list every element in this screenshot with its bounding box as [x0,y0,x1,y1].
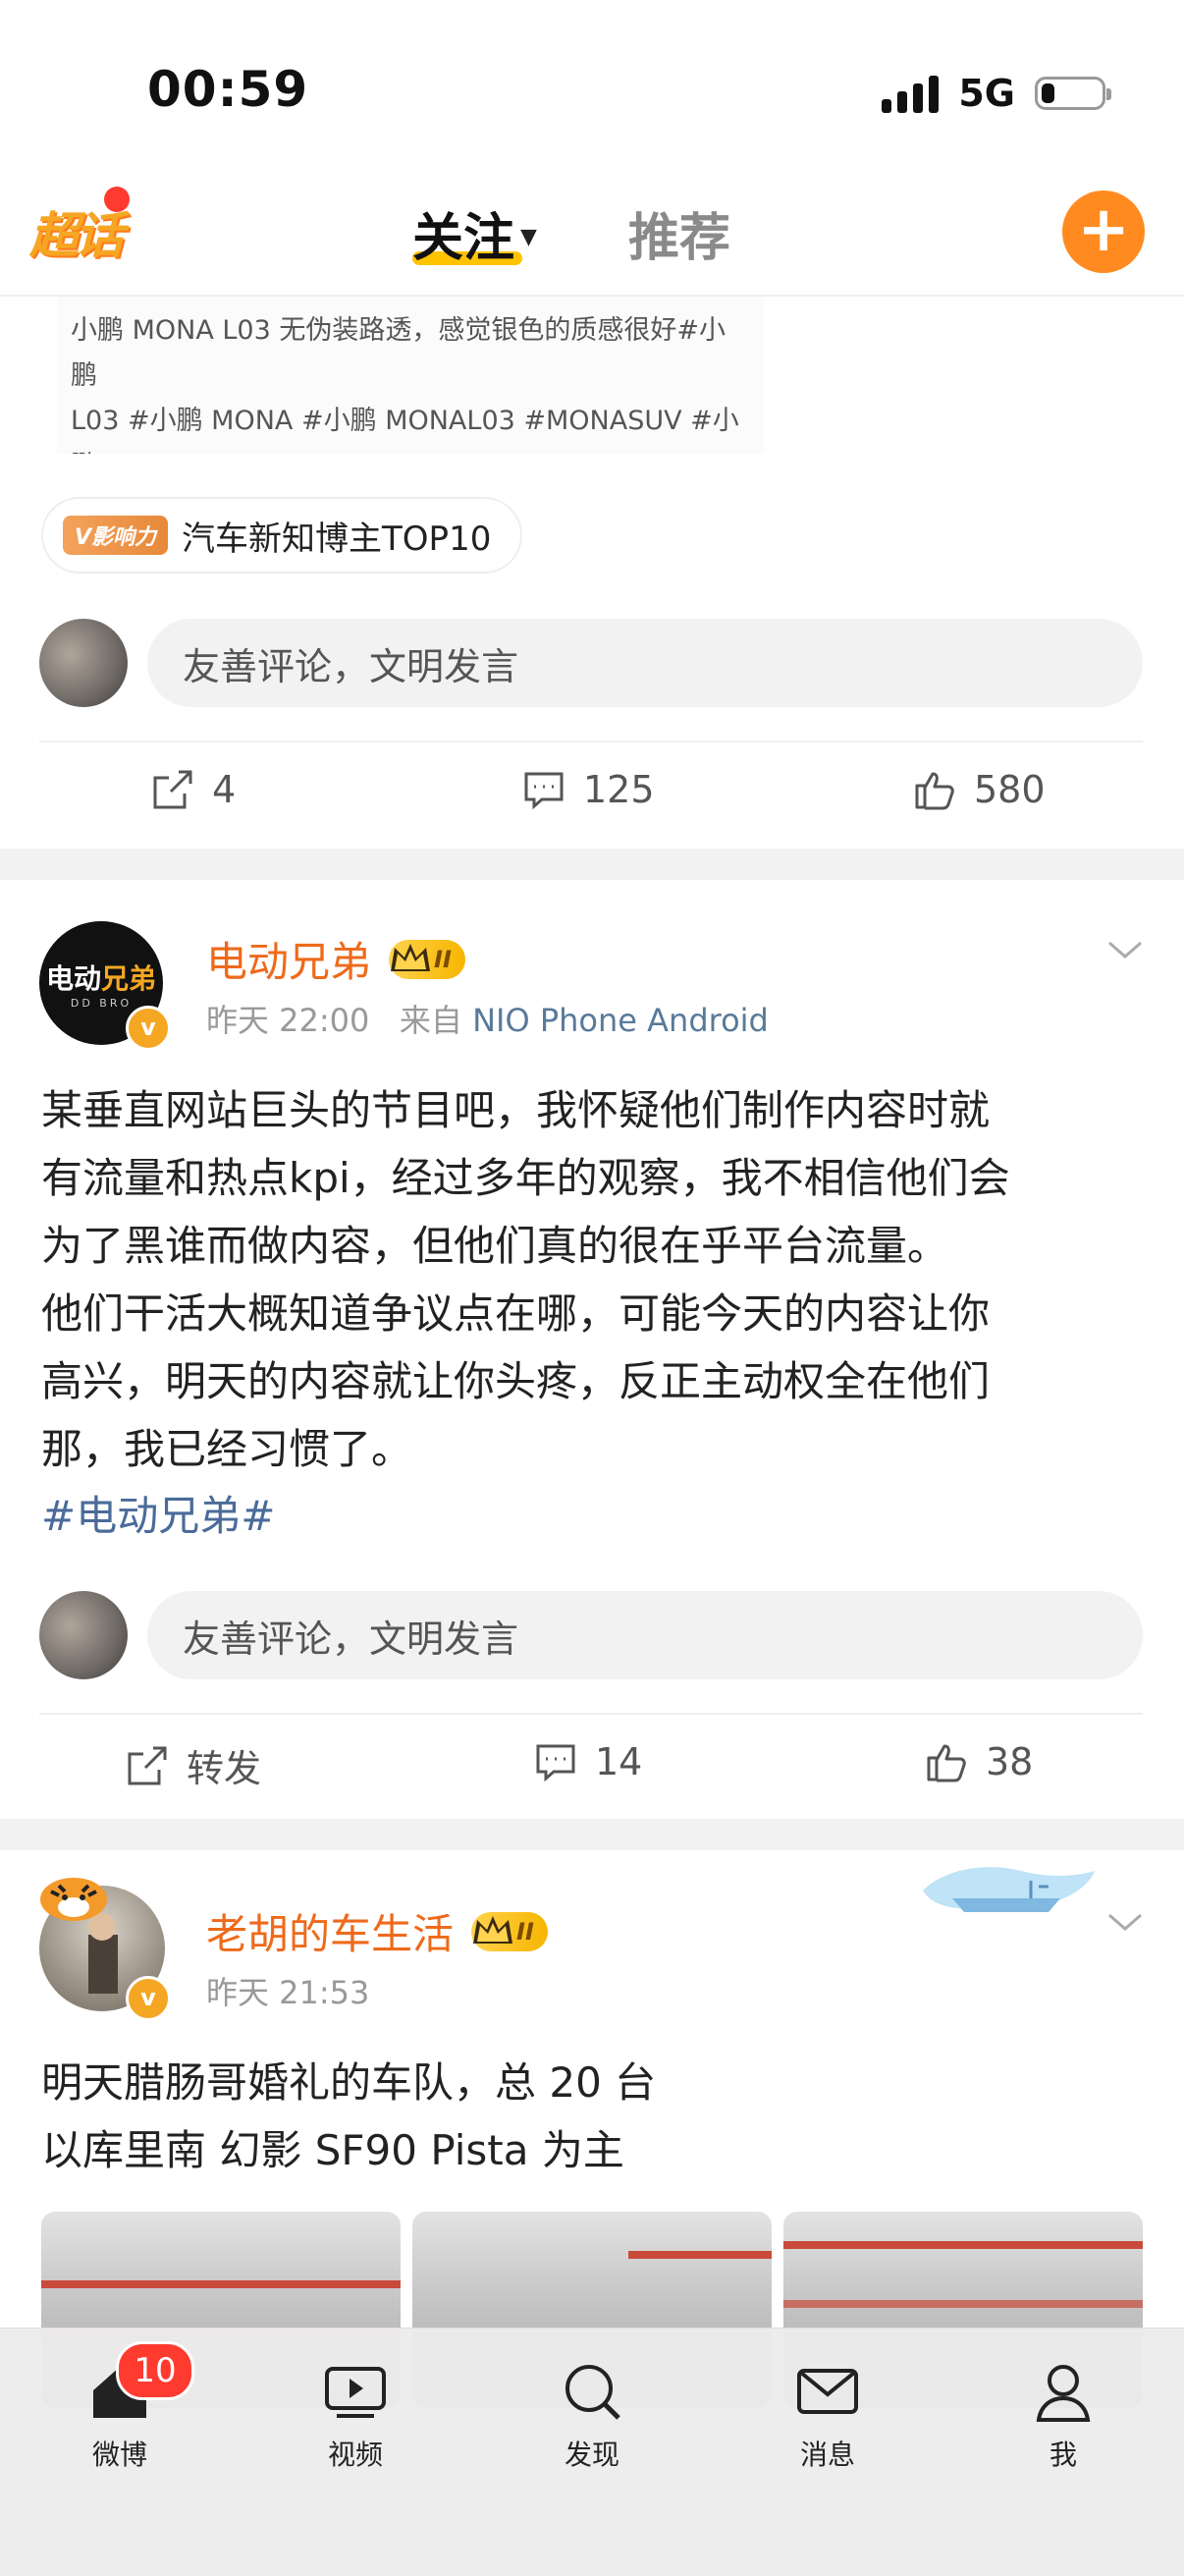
status-time: 00:59 [147,61,309,118]
status-indicators: 5G [882,69,1111,118]
chevron-down-icon[interactable] [1105,1903,1145,1943]
unread-badge: 10 [116,2341,194,2400]
tab-discover[interactable]: 发现 [523,2357,661,2473]
repost-text-line: 小鹏 MONA L03 无伪装路透，感觉银色的质感很好#小鹏 [71,315,726,391]
my-avatar[interactable] [39,619,128,707]
influence-text: 汽车新知博主TOP10 [182,519,492,559]
comment-count: 14 [595,1740,643,1783]
level-text: II [434,945,452,973]
like-count: 38 [986,1740,1034,1783]
verified-icon: v [126,1006,171,1051]
tab-follow-label: 关注 [412,209,515,268]
post-text-line: 以库里南 幻影 SF90 Pista 为主 [41,2126,624,2174]
post-body[interactable]: 某垂直网站巨头的节目吧，我怀疑他们制作内容时就 有流量和热点kpi，经过多年的观… [41,1076,1151,1543]
tab-label: 微博 [91,2439,147,2471]
thumbs-up-icon [915,772,954,810]
row-divider [39,740,1143,742]
notification-dot [104,187,130,212]
chevron-down-icon[interactable] [1105,931,1145,970]
level-text: II [516,1917,534,1946]
crown-icon [473,1915,513,1944]
post-separator [0,1819,1184,1850]
row-divider [39,1713,1143,1715]
post-text-line: 某垂直网站巨头的节目吧，我怀疑他们制作内容时就 [41,1086,991,1134]
battery-icon [1035,77,1111,110]
avatar-subtext: DD BRO [70,996,133,1010]
level-badge: II [389,939,465,979]
signal-icon [882,74,940,113]
repost-icon [128,1746,167,1784]
post-source[interactable]: NIO Phone Android [472,1002,769,1039]
comment-count: 125 [583,768,655,811]
post-text-line: 明天腊肠哥婚礼的车队，总 20 台 [41,2058,657,2107]
like-count: 580 [974,768,1046,811]
influence-tag: V影响力 [63,516,169,555]
author-name[interactable]: 老胡的车生活 [206,1901,454,1961]
tab-follow[interactable]: 关注 ▼ [412,196,537,270]
comment-icon [524,772,564,810]
tab-me[interactable]: 我 [995,2357,1132,2473]
post-text-line: 为了黑谁而做内容，但他们真的很在乎平台流量。 [41,1222,949,1270]
post-separator [0,849,1184,880]
tab-video[interactable]: 视频 [287,2357,424,2473]
like-button[interactable]: 38 [923,1738,1033,1785]
comment-button[interactable]: 125 [520,766,655,813]
add-button[interactable]: + [1062,191,1145,273]
search-icon [565,2365,620,2420]
comment-input[interactable]: 友善评论，文明发言 [147,1591,1143,1679]
level-badge: II [471,1911,548,1951]
repost-button[interactable]: 4 [149,766,236,813]
repost-count: 4 [212,768,237,811]
thumbs-up-icon [927,1744,966,1782]
tiger-decoration-icon [40,1878,107,1921]
ship-decoration-icon [923,1867,1095,1912]
repost-preview[interactable]: 小鹏 MONA L03 无伪装路透，感觉银色的质感很好#小鹏 L03 #小鹏 M… [57,297,764,454]
post-meta: 昨天 22:00 来自 NIO Phone Android [206,996,769,1041]
hashtag-link[interactable]: #电动兄弟# [41,1483,1151,1543]
author-name[interactable]: 电动兄弟 [206,929,371,989]
tab-messages[interactable]: 消息 [759,2357,896,2473]
post-time: 昨天 22:00 [206,1002,370,1039]
influence-badge[interactable]: V影响力 汽车新知博主TOP10 [41,497,523,574]
like-button[interactable]: 580 [911,766,1046,813]
tab-label: 我 [1049,2439,1077,2471]
tab-label: 视频 [327,2439,383,2471]
crown-icon [391,943,431,971]
repost-label: 转发 [187,1747,262,1790]
repost-text-line: L03 #小鹏 MONA #小鹏 MONAL03 #MONASUV #小鹏 [71,406,739,454]
caret-down-icon: ▼ [520,225,537,249]
logo-text: 超话 [29,207,124,264]
post-text-line: 有流量和热点kpi，经过多年的观察，我不相信他们会 [41,1154,1010,1202]
network-type: 5G [958,72,1015,115]
post-text-line: 那，我已经习惯了。 [41,1425,413,1473]
source-prefix: 来自 [399,1002,462,1039]
comment-button[interactable]: 14 [532,1738,642,1785]
comment-input[interactable]: 友善评论，文明发言 [147,619,1143,707]
person-icon [1036,2365,1091,2422]
repost-button[interactable]: 转发 [124,1738,261,1792]
tab-label: 消息 [799,2439,855,2471]
video-icon [325,2367,386,2418]
avatar-text: 电动 [45,961,101,995]
post-text-line: 他们干活大概知道争议点在哪，可能今天的内容让你 [41,1289,991,1338]
avatar-text-accent: 兄弟 [101,961,157,995]
post-text-line: 高兴，明天的内容就让你头疼，反正主动权全在他们 [41,1357,991,1405]
mail-icon [797,2369,858,2414]
post-body[interactable]: 明天腊肠哥婚礼的车队，总 20 台 以库里南 幻影 SF90 Pista 为主 [41,2049,1151,2184]
repost-icon [153,770,192,809]
comment-icon [536,1744,575,1782]
tab-recommend[interactable]: 推荐 [628,196,730,270]
verified-icon: v [126,1976,171,2021]
my-avatar[interactable] [39,1591,128,1679]
tab-label: 发现 [564,2439,619,2471]
post-time: 昨天 21:53 [206,1974,370,2011]
